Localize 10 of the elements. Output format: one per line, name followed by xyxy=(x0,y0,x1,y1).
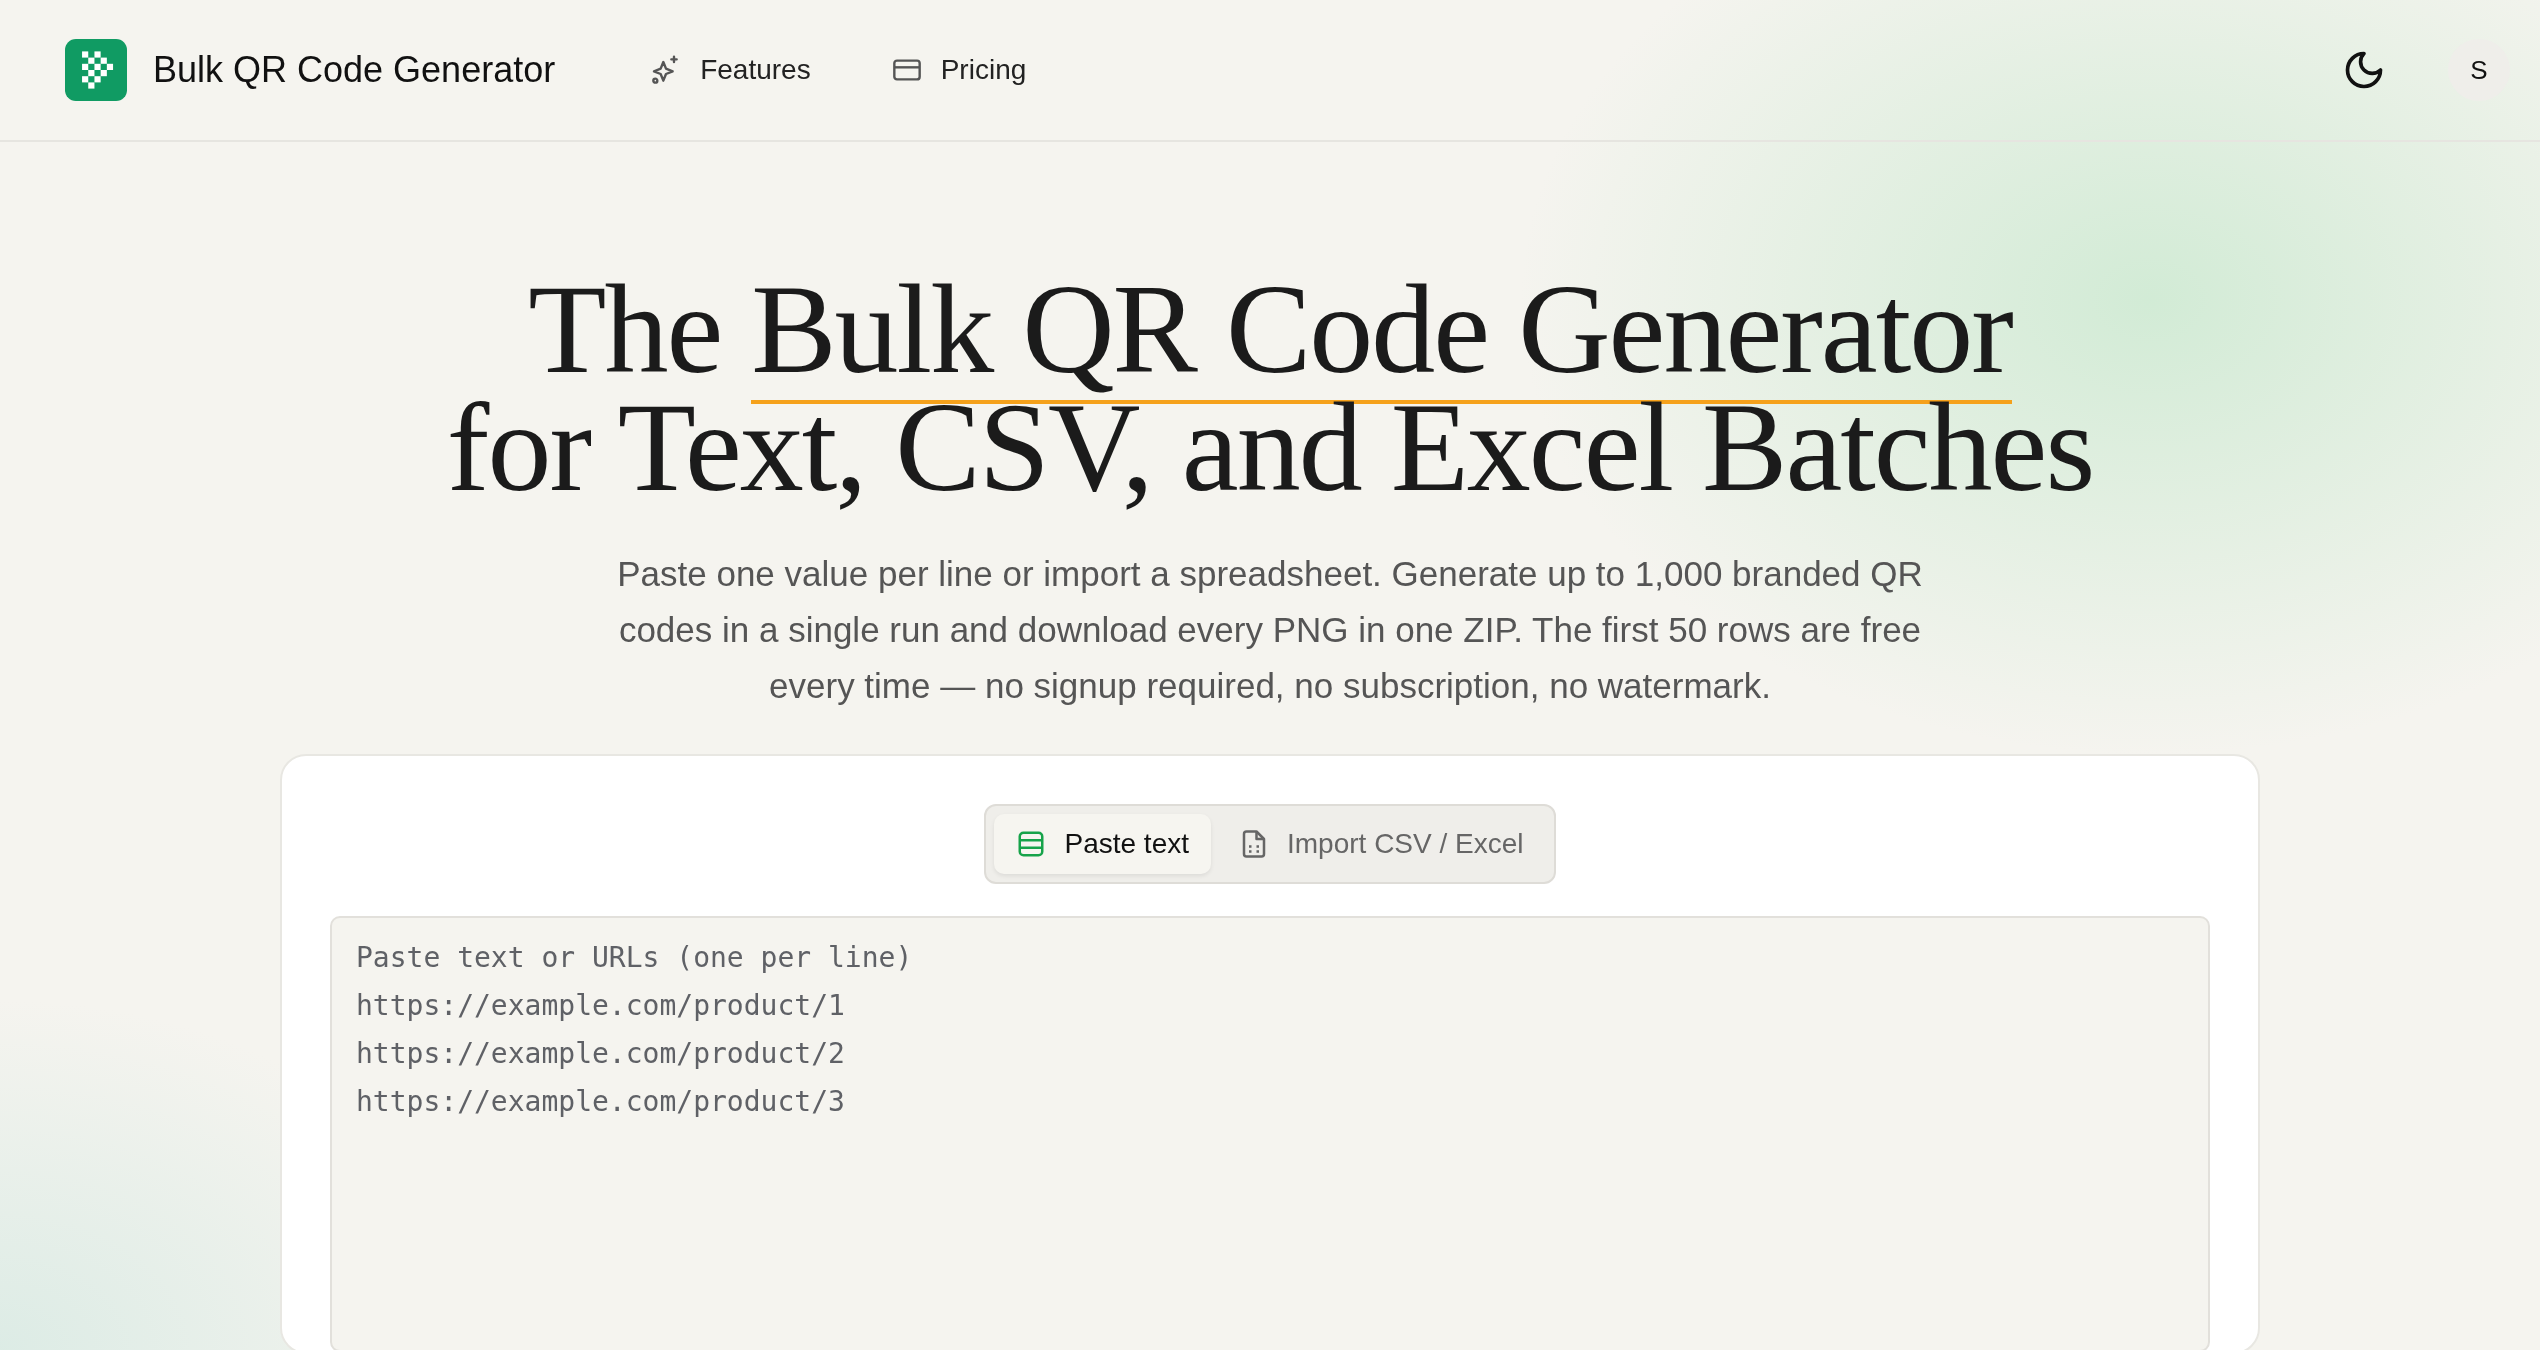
logo-icon xyxy=(65,39,127,101)
nav-link[interactable]: Pricing xyxy=(890,54,1027,86)
text-input-field[interactable]: Paste text or URLs (one per line) https://example.com/product/1 https://example.com/product/2 https://example.com/product/3 xyxy=(330,916,2210,1350)
table-icon xyxy=(1016,829,1047,859)
brand-name[interactable]: Bulk QR Code Generator xyxy=(153,49,556,91)
hero-subtitle: Paste one value per line or import a spreadsheet. Generate up to 1,000 branded QR codes in a single run and download every PNG in one ZIP. The first 50 rows are free every time — no signup required, no subscription, no watermark. xyxy=(616,553,1924,707)
tab[interactable]: Paste text xyxy=(994,814,1211,874)
nav-link[interactable]: Features xyxy=(650,54,811,86)
tab[interactable]: Import CSV / Excel xyxy=(1217,814,1546,874)
user-avatar[interactable]: S xyxy=(2448,39,2510,101)
